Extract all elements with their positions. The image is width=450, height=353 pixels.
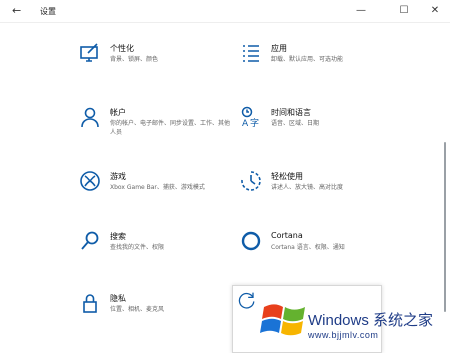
svg-text:字: 字 — [250, 117, 259, 128]
close-button[interactable]: ✕ — [424, 3, 446, 19]
watermark-title: Windows 系统之家 — [308, 312, 434, 329]
scrollbar[interactable] — [444, 142, 446, 312]
title-bar: ← 设置 — ☐ ✕ — [0, 0, 450, 23]
settings-item-personalization[interactable]: 个性化 背景、锁屏、颜色 — [79, 42, 239, 86]
settings-item-desc: Xbox Game Bar、捕获、游戏模式 — [110, 184, 205, 191]
settings-item-desc: 位置、相机、麦克风 — [110, 306, 165, 313]
settings-item-desc: Cortana 语言、权限、通知 — [271, 244, 345, 251]
settings-item-desc: 查找我的文件、权限 — [110, 244, 165, 251]
watermark: Windows 系统之家 www.bjjmlv.com — [258, 293, 450, 349]
update-icon — [233, 286, 258, 311]
settings-item-cortana[interactable]: Cortana Cortana 语言、权限、通知 — [240, 230, 400, 274]
accounts-icon — [79, 106, 101, 128]
privacy-icon — [79, 292, 101, 314]
settings-item-label: 时间和语言 — [271, 108, 311, 117]
settings-item-label: 帐户 — [110, 108, 126, 117]
settings-item-label: 个性化 — [110, 44, 134, 53]
settings-item-label: Cortana — [271, 231, 303, 240]
settings-item-label: 轻松使用 — [271, 172, 303, 181]
settings-item-time-language[interactable]: A字 时间和语言 语音、区域、日期 — [240, 106, 400, 150]
minimize-button[interactable]: — — [350, 3, 372, 19]
settings-item-label: 搜索 — [110, 232, 126, 241]
settings-item-desc: 讲述人、放大镜、高对比度 — [271, 184, 344, 191]
settings-item-privacy[interactable]: 隐私 位置、相机、麦克风 — [79, 292, 239, 336]
window-title: 设置 — [40, 7, 56, 16]
settings-item-desc: 卸载、默认应用、可选功能 — [271, 56, 344, 63]
settings-item-desc: 背景、锁屏、颜色 — [110, 56, 159, 63]
search-icon — [79, 230, 101, 252]
gaming-icon — [79, 170, 101, 192]
svg-text:A: A — [242, 119, 249, 128]
settings-item-search[interactable]: 搜索 查找我的文件、权限 — [79, 230, 239, 274]
windows-logo-icon — [260, 297, 308, 341]
personalization-icon — [79, 42, 101, 64]
ease-of-access-icon — [240, 170, 262, 192]
settings-item-desc: 语音、区域、日期 — [271, 120, 320, 127]
settings-item-label: 游戏 — [110, 172, 126, 181]
back-button[interactable]: ← — [12, 4, 21, 18]
apps-icon — [240, 42, 262, 64]
settings-item-accounts[interactable]: 帐户 你的帐户、电子邮件、同步设置、工作、其他人员 — [79, 106, 239, 150]
settings-item-desc: 你的帐户、电子邮件、同步设置、工作、其他人员 — [110, 120, 231, 136]
time-language-icon: A字 — [240, 106, 262, 128]
settings-item-label: 应用 — [271, 44, 287, 53]
cortana-icon — [240, 230, 262, 252]
settings-item-apps[interactable]: 应用 卸载、默认应用、可选功能 — [240, 42, 400, 86]
settings-item-gaming[interactable]: 游戏 Xbox Game Bar、捕获、游戏模式 — [79, 170, 239, 214]
settings-item-ease-of-access[interactable]: 轻松使用 讲述人、放大镜、高对比度 — [240, 170, 400, 214]
watermark-url: www.bjjmlv.com — [308, 330, 379, 340]
maximize-button[interactable]: ☐ — [393, 3, 415, 19]
settings-item-label: 隐私 — [110, 294, 126, 303]
